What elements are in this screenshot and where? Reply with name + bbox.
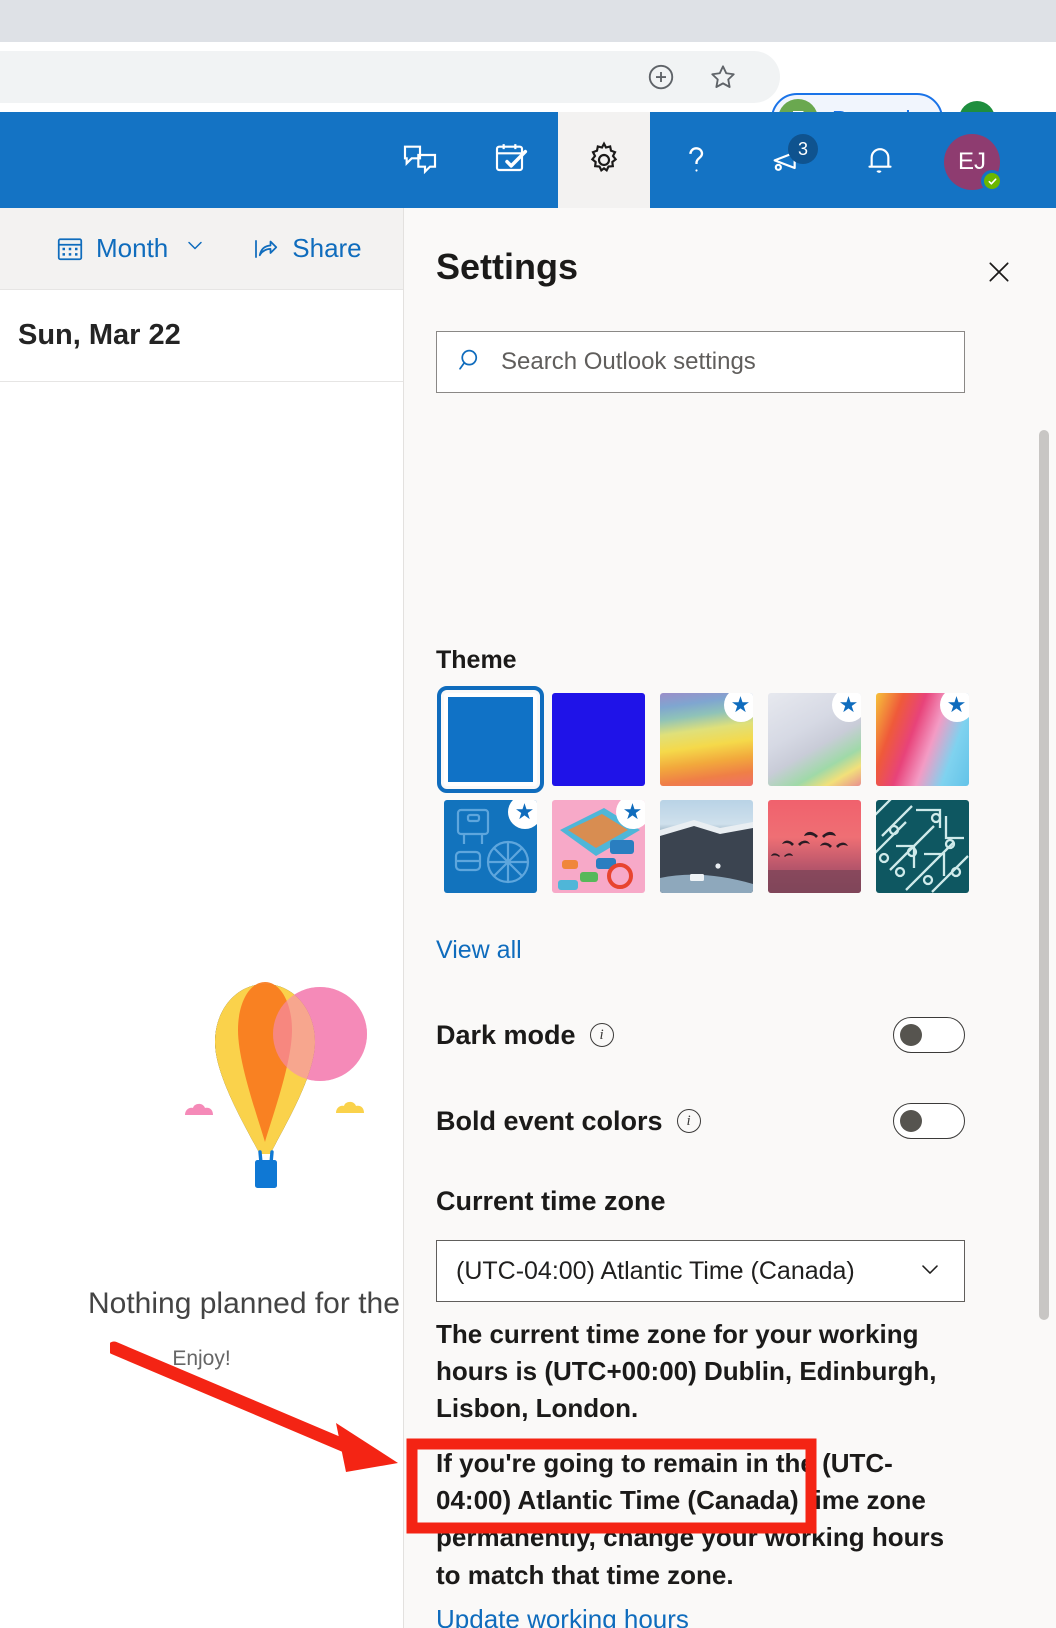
browser-toolbar: E Paused xyxy=(0,42,1056,145)
premium-star-icon: ★ xyxy=(939,693,969,722)
theme-mountain-road[interactable] xyxy=(659,800,753,893)
theme-swatch[interactable] xyxy=(760,793,868,900)
notifications-button[interactable] xyxy=(834,112,926,208)
chevron-down-icon xyxy=(183,233,207,264)
search-icon xyxy=(457,346,485,379)
theme-swatch[interactable] xyxy=(652,793,760,900)
help-button[interactable] xyxy=(650,112,742,208)
theme-bright-blue[interactable] xyxy=(551,693,645,786)
time-zone-selected-value: (UTC-04:00) Atlantic Time (Canada) xyxy=(456,1256,855,1285)
dark-mode-row: Dark mode i xyxy=(436,1008,965,1062)
share-label: Share xyxy=(292,233,362,263)
theme-swatch[interactable]: ★ xyxy=(868,686,976,793)
calendar-view-label: Month xyxy=(96,233,169,263)
theme-swatch[interactable] xyxy=(544,686,652,793)
theme-blueprint-sports[interactable]: ★ xyxy=(443,800,537,893)
info-icon[interactable]: i xyxy=(676,1109,701,1133)
theme-swatch[interactable]: ★ xyxy=(436,793,544,900)
avatar[interactable]: EJ xyxy=(944,134,1003,192)
outlook-app-bar: 3 EJ xyxy=(0,112,1056,208)
hot-air-balloon-illustration xyxy=(185,982,367,1188)
calendar-toolbar: Month Share xyxy=(0,208,403,290)
chevron-down-icon xyxy=(916,1255,944,1288)
toggle-knob xyxy=(900,1024,922,1046)
info-icon[interactable]: i xyxy=(589,1023,614,1047)
theme-silver-ribbons[interactable]: ★ xyxy=(767,693,861,786)
time-zone-dropdown[interactable]: (UTC-04:00) Atlantic Time (Canada) xyxy=(436,1240,965,1302)
toggle-knob xyxy=(900,1110,922,1132)
theme-swatch[interactable] xyxy=(436,686,544,793)
browser-titlebar xyxy=(0,0,1056,42)
bold-event-colors-label: Bold event colors xyxy=(436,1105,663,1136)
dark-mode-label: Dark mode xyxy=(436,1019,576,1050)
dark-mode-toggle[interactable] xyxy=(893,1017,965,1053)
premium-star-icon: ★ xyxy=(831,693,861,722)
page-title: Settings xyxy=(436,246,579,287)
screenshot-root: E Paused xyxy=(0,0,1056,1628)
empty-state-subtitle: Enjoy! xyxy=(172,1347,231,1370)
theme-circuit-board[interactable] xyxy=(875,800,969,893)
whats-new-button[interactable]: 3 xyxy=(742,112,834,208)
theme-default-blue[interactable] xyxy=(436,686,544,793)
theme-swatch[interactable]: ★ xyxy=(652,686,760,793)
calendar-pane: Month Share Sun, Mar 22 Nothing planned … xyxy=(0,208,463,1628)
calendar-icon xyxy=(57,237,83,260)
theme-swatch[interactable]: ★ xyxy=(544,793,652,900)
theme-swatch[interactable]: ★ xyxy=(760,686,868,793)
settings-scroll-body: Theme ★ ★ ★ ★ ★ View all Dark mode i Bol… xyxy=(404,408,1056,1628)
search-settings-box[interactable] xyxy=(436,331,965,393)
premium-star-icon: ★ xyxy=(723,693,753,722)
calendar-empty-state: Nothing planned for the day. Enjoy! xyxy=(0,382,463,1628)
update-working-hours-link[interactable]: Update working hours xyxy=(436,1604,689,1628)
theme-rainbow-stripes[interactable]: ★ xyxy=(659,693,753,786)
search-input[interactable] xyxy=(501,348,931,376)
theme-view-all-link[interactable]: View all xyxy=(436,936,522,965)
settings-scrollbar[interactable] xyxy=(1039,430,1049,1320)
add-circle-icon[interactable] xyxy=(644,60,678,94)
bold-event-colors-row: Bold event colors i xyxy=(436,1094,965,1148)
theme-swatch-grid: ★ ★ ★ ★ ★ xyxy=(436,686,976,900)
settings-button[interactable] xyxy=(558,112,650,208)
theme-palm-sunset[interactable] xyxy=(767,800,861,893)
day-header-label: Sun, Mar 22 xyxy=(18,319,181,351)
settings-panel: Settings Theme xyxy=(403,208,1056,1628)
time-zone-label: Current time zone xyxy=(436,1186,666,1216)
settings-panel-header: Settings xyxy=(404,208,1056,320)
calendar-day-header: Sun, Mar 22 xyxy=(0,290,403,382)
calendar-view-switcher[interactable]: Month xyxy=(55,233,207,264)
theme-swatch[interactable] xyxy=(868,793,976,900)
share-icon xyxy=(255,239,278,258)
whats-new-badge: 3 xyxy=(788,134,818,164)
time-zone-description-1: The current time zone for your working h… xyxy=(436,1319,937,1424)
my-day-button[interactable] xyxy=(466,112,558,208)
theme-section-label: Theme xyxy=(436,646,517,674)
presence-available-icon xyxy=(981,170,1003,192)
star-icon[interactable] xyxy=(706,60,740,94)
bold-event-colors-toggle[interactable] xyxy=(893,1103,965,1139)
close-icon[interactable] xyxy=(981,254,1017,290)
share-button[interactable]: Share xyxy=(251,233,362,264)
time-zone-description-2: If you're going to remain in the (UTC-04… xyxy=(436,1448,945,1590)
feedback-button[interactable] xyxy=(374,112,466,208)
theme-building-blocks[interactable]: ★ xyxy=(551,800,645,893)
theme-unicorn[interactable]: ★ xyxy=(875,693,969,786)
